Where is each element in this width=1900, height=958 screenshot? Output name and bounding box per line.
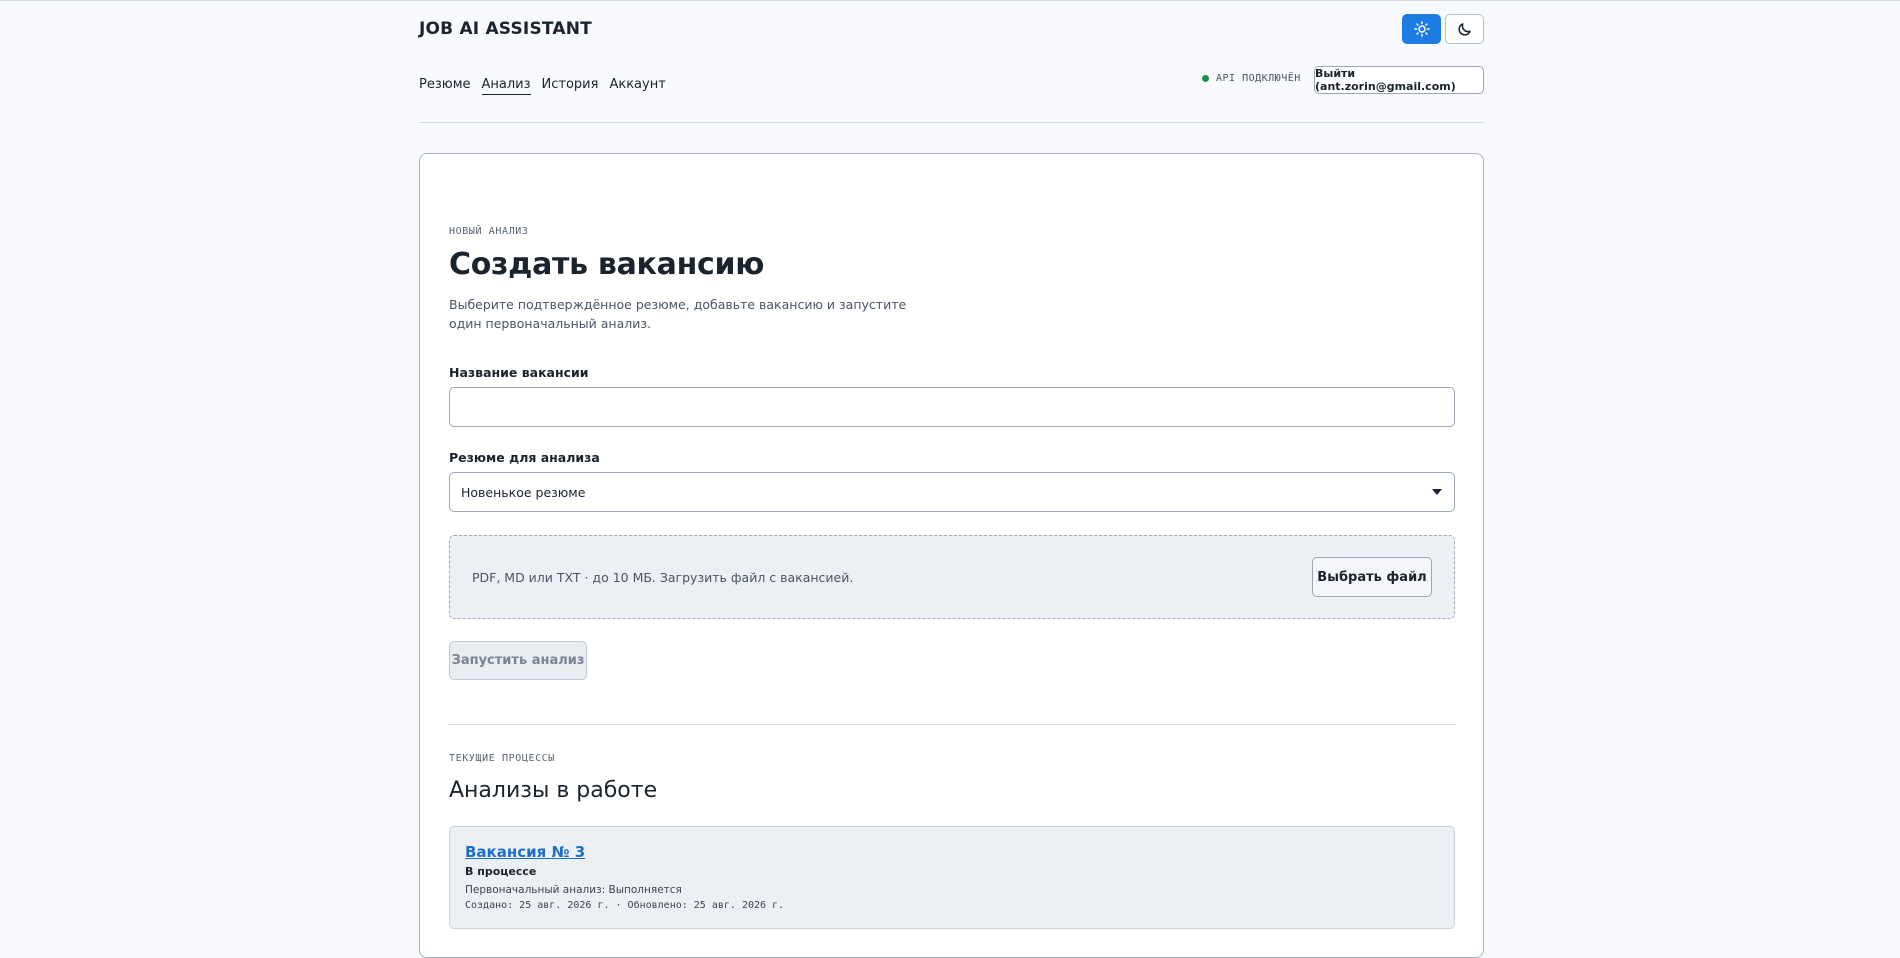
resume-select-label: Резюме для анализа [449,450,600,465]
resume-select[interactable]: Новенькое резюме [449,472,1455,512]
dark-theme-button[interactable] [1445,14,1484,44]
process-card: Вакансия № 3 В процессе Первоначальный а… [449,826,1455,929]
vacancy-name-label: Название вакансии [449,365,589,380]
run-analysis-button[interactable]: Запустить анализ [449,641,587,680]
nav-item-resume[interactable]: Резюме [419,77,471,95]
processes-title: Анализы в работе [449,778,658,803]
header-divider [419,122,1484,123]
api-status: API ПОДКЛЮЧЁН [1202,73,1301,84]
processes-eyebrow: ТЕКУЩИЕ ПРОЦЕССЫ [449,753,555,764]
nav-item-analysis[interactable]: Анализ [481,77,531,95]
nav-item-history[interactable]: История [542,77,599,95]
vacancy-name-input[interactable] [449,387,1455,427]
process-step: Первоначальный анализ: Выполняется [465,884,682,896]
vacancy-name-wrapper [449,387,1455,427]
top-border [0,0,1900,1]
api-status-text: API ПОДКЛЮЧЁН [1216,73,1301,84]
process-title-link[interactable]: Вакансия № 3 [465,843,585,861]
app-title: JOB AI ASSISTANT [419,19,592,39]
dropzone-text: PDF, MD или TXT · до 10 МБ. Загрузить фа… [472,569,854,585]
process-dates: Создано: 25 авг. 2026 г. · Обновлено: 25… [465,900,785,911]
moon-icon [1457,23,1471,36]
resume-select-wrapper: Новенькое резюме [449,472,1455,512]
section-divider [449,724,1455,725]
dropzone-wrapper: PDF, MD или TXT · до 10 МБ. Загрузить фа… [449,535,1455,619]
form-eyebrow: НОВЫЙ АНАЛИЗ [449,226,529,237]
nav-item-account[interactable]: Аккаунт [609,77,665,95]
status-dot-icon [1202,75,1209,82]
main-nav: Резюме Анализ История Аккаунт [419,77,666,95]
chevron-down-icon [1432,489,1442,495]
resume-select-value: Новенькое резюме [461,484,586,500]
page-subtitle: Выберите подтверждённое резюме, добавьте… [449,297,907,331]
light-theme-button[interactable] [1402,14,1441,44]
process-status: В процессе [465,865,537,878]
logout-button[interactable]: Выйти (ant.zorin@gmail.com) [1314,66,1484,94]
run-button-wrapper: Запустить анализ [449,641,1455,680]
file-dropzone[interactable]: PDF, MD или TXT · до 10 МБ. Загрузить фа… [449,535,1455,619]
choose-file-button[interactable]: Выбрать файл [1312,557,1432,597]
analysis-card: НОВЫЙ АНАЛИЗ Создать вакансию Выберите п… [419,153,1484,958]
page-title: Создать вакансию [449,247,765,282]
process-list: Вакансия № 3 В процессе Первоначальный а… [449,826,1455,929]
sun-icon [1413,21,1430,37]
